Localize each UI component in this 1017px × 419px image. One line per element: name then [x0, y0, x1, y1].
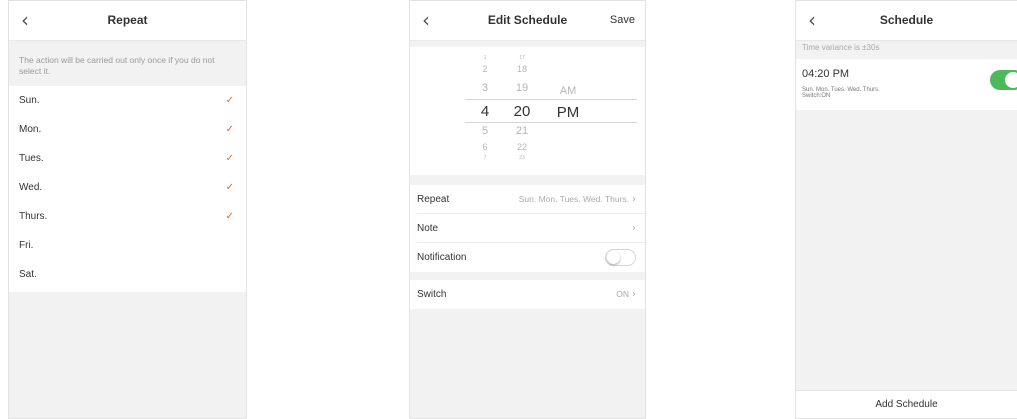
day-label: Thurs.	[19, 211, 48, 222]
schedule-item[interactable]: 04:20 PM Sun. Mon. Tues. Wed. Thurs. Swi…	[796, 59, 1017, 110]
ampm-option: AM	[559, 85, 577, 97]
schedule-enabled-toggle[interactable]	[990, 70, 1017, 90]
chevron-right-icon: ›	[632, 194, 636, 205]
minute-option: 18	[516, 64, 527, 74]
check-icon: ✓	[225, 124, 234, 135]
notification-label: Notification	[417, 252, 467, 263]
navbar: ‹ Edit Schedule Save	[410, 1, 645, 41]
note-row[interactable]: Note ›	[410, 214, 645, 243]
minute-option: 17	[519, 55, 525, 61]
minute-option: 23	[519, 155, 525, 161]
repeat-value: Sun. Mon. Tues. Wed. Thurs.	[518, 194, 629, 204]
repeat-screen: ‹ Repeat The action will be carried out …	[8, 0, 247, 419]
hour-option: 1	[483, 55, 487, 61]
navbar: ‹ Schedule	[796, 1, 1017, 41]
hour-option: 2	[482, 64, 488, 74]
hour-option: 5	[481, 125, 489, 137]
edit-schedule-screen: ‹ Edit Schedule Save 1 2 3 4 5 6 7 17 18…	[409, 0, 646, 419]
day-label: Tues.	[19, 153, 44, 164]
day-item-fri[interactable]: Fri.	[9, 231, 246, 260]
day-item-sat[interactable]: Sat.	[9, 260, 246, 289]
note-value-wrap: ›	[629, 214, 636, 243]
chevron-right-icon: ›	[632, 223, 636, 234]
minute-option: 19	[515, 82, 529, 94]
day-label: Mon.	[19, 124, 42, 135]
hour-selected: 4	[480, 103, 490, 120]
check-icon: ✓	[225, 211, 234, 222]
picker-divider	[465, 99, 637, 100]
minute-option: 22	[516, 142, 527, 152]
time-variance-text: Time variance is ±30s	[802, 43, 880, 52]
repeat-row[interactable]: Repeat Sun. Mon. Tues. Wed. Thurs. ›	[410, 185, 645, 214]
check-icon: ✓	[225, 182, 234, 193]
schedule-time: 04:20 PM	[802, 68, 850, 80]
repeat-label: Repeat	[417, 194, 450, 205]
switch-value-wrap: ON ›	[616, 280, 636, 309]
day-item-wed[interactable]: Wed. ✓	[9, 173, 246, 202]
switch-label: Switch	[417, 289, 447, 300]
navbar: ‹ Repeat	[9, 1, 246, 41]
day-label: Sun.	[19, 95, 40, 106]
picker-divider	[465, 122, 637, 123]
save-button[interactable]: Save	[610, 14, 635, 26]
note-label: Note	[417, 223, 439, 234]
check-icon: ✓	[225, 153, 234, 164]
notification-row: Notification	[410, 243, 645, 272]
switch-row[interactable]: Switch ON ›	[410, 280, 645, 309]
time-picker[interactable]: 1 2 3 4 5 6 7 17 18 19 20 21 22 23 AM PM	[410, 47, 645, 175]
page-title: Repeat	[107, 13, 148, 27]
minute-selected: 20	[513, 103, 531, 120]
hour-option: 3	[481, 82, 489, 94]
switch-value: ON	[616, 289, 629, 299]
page-title: Schedule	[879, 13, 934, 27]
day-item-tues[interactable]: Tues. ✓	[9, 144, 246, 173]
add-schedule-button[interactable]: Add Schedule	[796, 390, 1017, 418]
toggle-knob	[1005, 72, 1017, 88]
schedule-switch-state: Switch:ON	[802, 93, 831, 99]
check-icon: ✓	[225, 95, 234, 106]
day-item-sun[interactable]: Sun. ✓	[9, 86, 246, 115]
repeat-value-wrap: Sun. Mon. Tues. Wed. Thurs. ›	[519, 185, 636, 214]
day-label: Fri.	[19, 240, 34, 251]
minute-option: 21	[515, 125, 529, 137]
ampm-selected: PM	[556, 104, 580, 121]
toggle-knob	[607, 251, 620, 264]
chevron-right-icon: ›	[632, 289, 636, 300]
day-label: Wed.	[19, 182, 43, 193]
day-label: Sat.	[19, 269, 37, 280]
day-item-thurs[interactable]: Thurs. ✓	[9, 202, 246, 231]
notification-toggle[interactable]	[605, 249, 636, 266]
hour-option: 6	[482, 142, 488, 152]
hour-option: 7	[483, 155, 487, 161]
day-item-mon[interactable]: Mon. ✓	[9, 115, 246, 144]
schedule-screen: ‹ Schedule Time variance is ±30s 04:20 P…	[795, 0, 1017, 419]
repeat-info-text: The action will be carried out only once…	[19, 55, 215, 76]
days-list: Sun. ✓ Mon. ✓ Tues. ✓ Wed. ✓ Thurs. ✓ Fri. Sa…	[9, 86, 246, 292]
